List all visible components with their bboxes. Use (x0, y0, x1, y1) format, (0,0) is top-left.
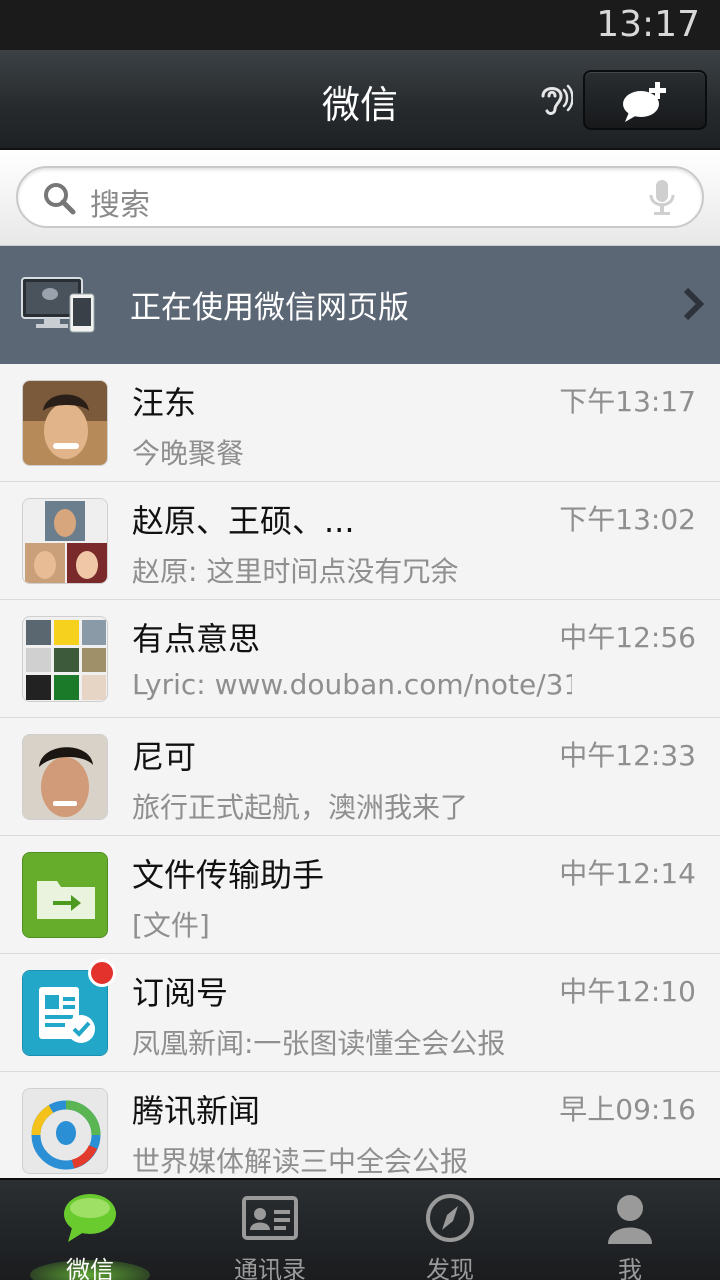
compass-icon (420, 1190, 480, 1246)
earpiece-icon[interactable] (535, 80, 574, 120)
chat-preview: 今晚聚餐 (132, 437, 245, 470)
search-icon (42, 181, 78, 221)
chat-name: 腾讯新闻 (132, 1092, 261, 1130)
tab-label: 微信 (66, 1256, 114, 1280)
chat-time: 早上09:16 (559, 1093, 696, 1126)
chat-preview: 凤凰新闻:一张图读懂全会公报 (132, 1027, 506, 1060)
person-icon (600, 1190, 660, 1246)
status-bar: 13:17 (0, 0, 720, 50)
desktop-phone-icon (20, 276, 96, 338)
chat-row[interactable]: 汪东 下午13:17 今晚聚餐 (0, 364, 720, 482)
chat-name: 文件传输助手 (132, 856, 325, 894)
chat-preview: 赵原: 这里时间点没有冗余 (132, 555, 459, 588)
chat-row[interactable]: 腾讯新闻 早上09:16 世界媒体解读三中全会公报 (0, 1072, 720, 1178)
search-area: 搜索 (0, 150, 720, 246)
web-login-banner[interactable]: 正在使用微信网页版 (0, 246, 720, 364)
web-login-label: 正在使用微信网页版 (130, 290, 409, 326)
tab-contacts[interactable]: 通讯录 (180, 1180, 360, 1280)
tencent-news-icon (22, 1088, 108, 1174)
status-time: 13:17 (596, 4, 700, 45)
add-chat-icon (623, 82, 666, 122)
chat-time: 中午12:33 (559, 739, 696, 772)
add-chat-button[interactable] (583, 70, 707, 130)
tab-me[interactable]: 我 (540, 1180, 720, 1280)
avatar (22, 380, 108, 466)
chat-preview: [文件] (132, 909, 210, 942)
chat-time: 下午13:02 (559, 503, 696, 536)
chat-list: 汪东 下午13:17 今晚聚餐 赵原、王硕、... 下午13:02 赵原: 这里… (0, 364, 720, 1178)
group-avatar (22, 498, 108, 584)
tab-discover[interactable]: 发现 (360, 1180, 540, 1280)
chat-time: 中午12:56 (559, 621, 696, 654)
title-bar: 微信 (0, 50, 720, 150)
contacts-card-icon (240, 1190, 300, 1246)
microphone-icon[interactable] (648, 178, 676, 220)
search-placeholder: 搜索 (90, 188, 150, 223)
chat-time: 中午12:10 (559, 975, 696, 1008)
chat-row[interactable]: 订阅号 中午12:10 凤凰新闻:一张图读懂全会公报 (0, 954, 720, 1072)
chat-preview: 世界媒体解读三中全会公报 (132, 1145, 469, 1178)
chat-time: 下午13:17 (559, 385, 696, 418)
tab-label: 我 (618, 1256, 642, 1280)
unread-badge (88, 959, 116, 987)
chat-row[interactable]: 有点意思 中午12:56 Lyric: www.douban.com/note/… (0, 600, 720, 718)
chat-bubble-icon (60, 1190, 120, 1246)
chat-row[interactable]: 文件传输助手 中午12:14 [文件] (0, 836, 720, 954)
chat-name: 有点意思 (132, 620, 261, 658)
chevron-right-icon (680, 286, 706, 326)
chat-row[interactable]: 赵原、王硕、... 下午13:02 赵原: 这里时间点没有冗余 (0, 482, 720, 600)
chat-name: 汪东 (132, 384, 197, 422)
chat-name: 尼可 (132, 738, 197, 776)
chat-name: 订阅号 (132, 974, 229, 1012)
avatar (22, 734, 108, 820)
file-transfer-icon (22, 852, 108, 938)
chat-preview: 旅行正式起航，澳洲我来了 (132, 791, 469, 824)
bottom-tab-bar: 微信 通讯录 发现 我 (0, 1178, 720, 1280)
tab-label: 发现 (426, 1256, 474, 1280)
tab-label: 通讯录 (234, 1256, 306, 1280)
chat-preview: Lyric: www.douban.com/note/31... (132, 668, 572, 701)
tab-chats[interactable]: 微信 (0, 1180, 180, 1280)
chat-time: 中午12:14 (559, 857, 696, 890)
group-avatar (22, 616, 108, 702)
chat-row[interactable]: 尼可 中午12:33 旅行正式起航，澳洲我来了 (0, 718, 720, 836)
search-input[interactable]: 搜索 (16, 166, 704, 228)
chat-name: 赵原、王硕、... (132, 502, 355, 540)
